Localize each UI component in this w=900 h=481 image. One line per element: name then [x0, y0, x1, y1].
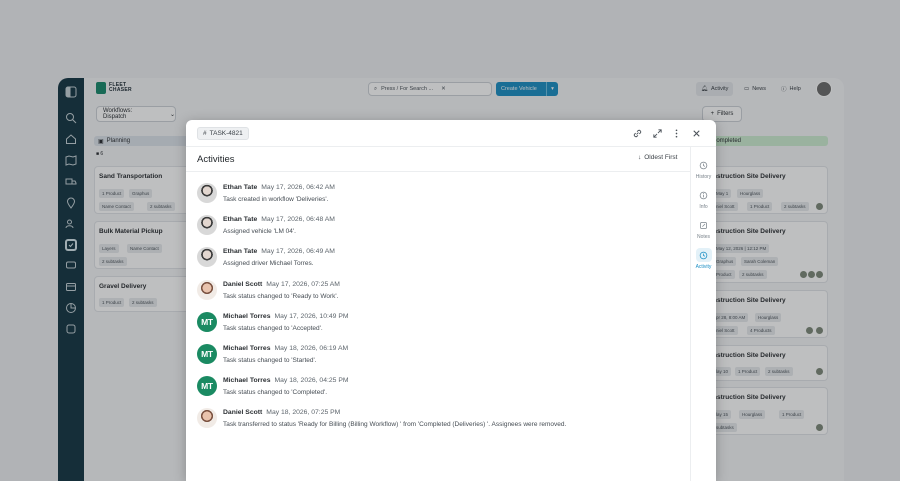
activity-text: Task status changed to 'Completed'. — [223, 389, 328, 396]
arrow-down-icon: ↓ — [638, 154, 642, 161]
activity-text: Assigned vehicle 'LM 04'. — [223, 228, 296, 235]
activity-author: Ethan Tate — [223, 248, 258, 255]
activity-item: MT Michael Torres May 17, 2026, 10:49 PM … — [197, 310, 677, 336]
activity-text: Task status changed to 'Started'. — [223, 357, 317, 364]
rail-label: Info — [699, 204, 708, 210]
activity-item: Ethan Tate May 17, 2026, 06:42 AM Task cr… — [197, 181, 677, 207]
activity-item: Ethan Tate May 17, 2026, 06:49 AM Assigne… — [197, 245, 677, 271]
activity-text: Task status changed to 'Ready to Work'. — [223, 293, 339, 300]
hash-icon: # — [203, 130, 207, 137]
activity-author: Daniel Scott — [223, 281, 263, 288]
rail-tab-activity[interactable]: Activity — [691, 248, 716, 270]
avatar — [197, 280, 217, 300]
activity-time: May 17, 2026, 07:25 AM — [266, 281, 340, 288]
rail-tab-info[interactable]: Info — [691, 188, 716, 210]
divider — [186, 171, 690, 172]
activity-text: Task status changed to 'Accepted'. — [223, 325, 323, 332]
activity-time: May 17, 2026, 06:42 AM — [261, 184, 335, 191]
activity-text: Assigned driver Michael Torres. — [223, 260, 314, 267]
activity-text: Task created in workflow 'Deliveries'. — [223, 196, 329, 203]
activity-author: Michael Torres — [223, 345, 271, 352]
info-icon — [696, 188, 712, 202]
rail-label: Notes — [696, 234, 711, 240]
rail-tab-notes[interactable]: Notes — [691, 218, 716, 240]
more-options-icon[interactable] — [671, 128, 682, 139]
avatar — [197, 408, 217, 428]
clock-icon — [695, 248, 712, 262]
activity-time: May 17, 2026, 06:48 AM — [261, 216, 335, 223]
activity-item: Ethan Tate May 17, 2026, 06:48 AM Assigne… — [197, 213, 677, 239]
close-icon[interactable] — [691, 128, 702, 139]
modal-header: # TASK-4821 — [186, 120, 716, 147]
avatar — [197, 215, 217, 235]
avatar — [197, 183, 217, 203]
activity-author: Ethan Tate — [223, 216, 258, 223]
activity-time: May 17, 2026, 10:49 PM — [274, 313, 349, 320]
rail-label: Activity — [695, 264, 712, 270]
avatar: MT — [197, 312, 217, 332]
activity-item: Daniel Scott May 18, 2026, 07:25 PM Task … — [197, 406, 677, 432]
activity-time: May 18, 2026, 06:19 AM — [274, 345, 349, 352]
expand-icon[interactable] — [652, 128, 663, 139]
activity-author: Daniel Scott — [223, 409, 263, 416]
sort-button[interactable]: ↓ Oldest First — [638, 154, 677, 161]
avatar: MT — [197, 376, 217, 396]
history-icon — [696, 158, 712, 172]
task-id-badge: # TASK-4821 — [197, 127, 249, 140]
link-icon[interactable] — [632, 128, 643, 139]
sort-label: Oldest First — [644, 154, 678, 161]
activity-time: May 17, 2026, 06:49 AM — [261, 248, 335, 255]
activity-time: May 18, 2026, 07:25 PM — [266, 409, 341, 416]
activity-item: MT Michael Torres May 18, 2026, 06:19 AM … — [197, 342, 677, 368]
rail-label: History — [695, 174, 712, 180]
task-activity-modal: # TASK-4821 Activities ↓ Oldest First Hi… — [186, 120, 716, 481]
activity-item: MT Michael Torres May 18, 2026, 04:25 PM … — [197, 374, 677, 400]
activity-author: Michael Torres — [223, 313, 271, 320]
rail-tab-history[interactable]: History — [691, 158, 716, 180]
activity-item: Daniel Scott May 17, 2026, 07:25 AM Task … — [197, 278, 677, 304]
activity-text: Task transferred to status 'Ready for Bi… — [223, 421, 567, 428]
activity-time: May 18, 2026, 04:25 PM — [274, 377, 349, 384]
task-id: TASK-4821 — [209, 130, 243, 137]
avatar: MT — [197, 344, 217, 364]
activity-author: Ethan Tate — [223, 184, 258, 191]
notes-icon — [696, 218, 712, 232]
avatar — [197, 247, 217, 267]
activity-author: Michael Torres — [223, 377, 271, 384]
activities-title: Activities — [197, 154, 235, 165]
